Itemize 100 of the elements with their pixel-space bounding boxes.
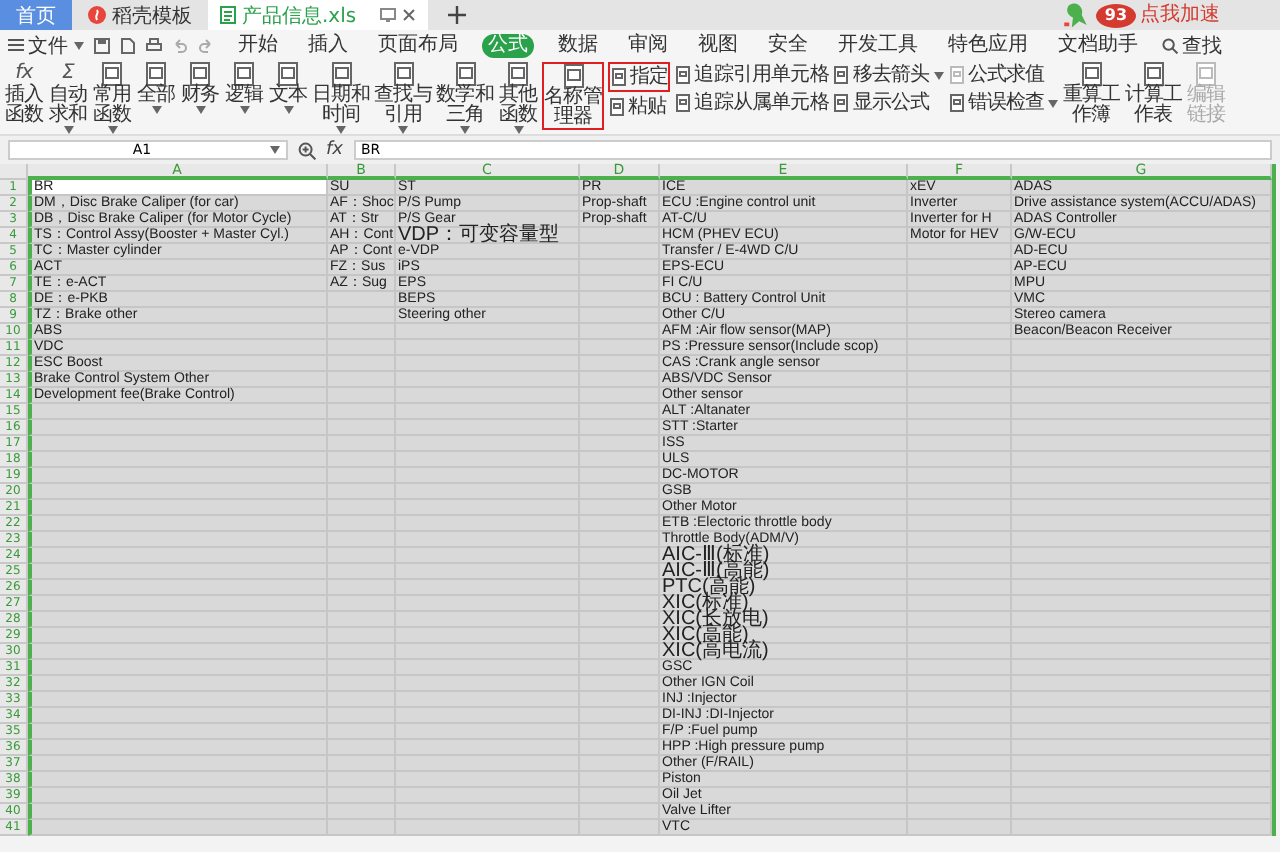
table-cell[interactable]: [1012, 612, 1272, 628]
table-cell[interactable]: [28, 580, 328, 596]
table-cell[interactable]: [28, 452, 328, 468]
table-cell[interactable]: [1012, 596, 1272, 612]
ribbon-button[interactable]: 名称管理器: [542, 62, 604, 130]
menu-tab[interactable]: 数据: [552, 33, 604, 57]
table-cell[interactable]: [1012, 740, 1272, 756]
ribbon-button[interactable]: 重算工作簿: [1062, 62, 1121, 126]
ribbon-button[interactable]: 数学和三角: [436, 62, 494, 134]
ribbon-button[interactable]: 财务: [180, 62, 220, 114]
ribbon-button[interactable]: 追踪从属单元格: [674, 90, 829, 116]
table-cell[interactable]: [1012, 452, 1272, 468]
table-cell[interactable]: [28, 692, 328, 708]
menu-tab[interactable]: 特色应用: [942, 33, 1034, 57]
speed-up-label[interactable]: 点我加速: [1140, 3, 1220, 27]
table-cell[interactable]: [1012, 532, 1272, 548]
function-icon[interactable]: fx: [326, 140, 343, 160]
table-cell[interactable]: [28, 548, 328, 564]
table-cell[interactable]: [1012, 516, 1272, 532]
table-cell[interactable]: [28, 404, 328, 420]
table-cell[interactable]: [1012, 804, 1272, 820]
menu-tab[interactable]: 插入: [302, 33, 354, 57]
table-cell[interactable]: AIC-Ⅲ(高能): [660, 564, 908, 580]
menu-tab[interactable]: 开发工具: [832, 33, 924, 57]
table-cell[interactable]: [28, 644, 328, 660]
table-cell[interactable]: [1012, 724, 1272, 740]
ribbon-button[interactable]: 逻辑: [224, 62, 264, 114]
table-cell[interactable]: [28, 436, 328, 452]
table-cell[interactable]: [1012, 564, 1272, 580]
table-cell[interactable]: [1012, 420, 1272, 436]
ribbon-button[interactable]: Σ 自动求和: [48, 62, 88, 134]
document-icon[interactable]: [120, 37, 136, 53]
file-menu[interactable]: 文件: [8, 31, 84, 59]
menu-tab[interactable]: 安全: [762, 33, 814, 57]
table-cell[interactable]: [1012, 772, 1272, 788]
table-cell[interactable]: [28, 756, 328, 772]
ribbon-button[interactable]: 计算工作表: [1124, 62, 1183, 126]
table-cell[interactable]: [1012, 548, 1272, 564]
table-cell[interactable]: [1012, 468, 1272, 484]
table-cell[interactable]: [28, 532, 328, 548]
menu-tab[interactable]: 审阅: [622, 33, 674, 57]
table-cell[interactable]: VDP：可变容量型: [396, 228, 580, 244]
redo-icon[interactable]: [198, 37, 214, 53]
ribbon-button[interactable]: 常用函数: [92, 62, 132, 134]
table-cell[interactable]: [1012, 660, 1272, 676]
table-cell[interactable]: AIC-Ⅲ(标准): [660, 548, 908, 564]
table-cell[interactable]: [1012, 820, 1272, 836]
table-cell[interactable]: [28, 596, 328, 612]
ribbon-button[interactable]: fx 插入函数: [4, 62, 44, 126]
table-cell[interactable]: [28, 628, 328, 644]
table-cell[interactable]: [28, 772, 328, 788]
table-cell[interactable]: [28, 420, 328, 436]
ribbon-button[interactable]: 指定: [608, 62, 671, 92]
table-cell[interactable]: [28, 516, 328, 532]
table-cell[interactable]: [328, 820, 396, 836]
ribbon-button[interactable]: 其他函数: [498, 62, 538, 134]
table-cell[interactable]: [1012, 340, 1272, 356]
ribbon-button[interactable]: 移去箭头: [832, 62, 944, 88]
table-cell[interactable]: XIC(高电流): [660, 644, 908, 660]
ribbon-button[interactable]: 查找与引用: [374, 62, 432, 134]
table-cell[interactable]: [1012, 644, 1272, 660]
table-cell[interactable]: [580, 820, 660, 836]
table-cell[interactable]: [28, 708, 328, 724]
table-cell[interactable]: [28, 788, 328, 804]
menu-tab[interactable]: 文档助手: [1052, 33, 1144, 57]
table-cell[interactable]: [1012, 500, 1272, 516]
table-cell[interactable]: [1012, 388, 1272, 404]
table-cell[interactable]: [28, 500, 328, 516]
table-cell[interactable]: [1012, 692, 1272, 708]
ribbon-button[interactable]: 全部: [136, 62, 176, 114]
table-cell[interactable]: [1012, 404, 1272, 420]
table-cell[interactable]: [28, 820, 328, 836]
table-cell[interactable]: [28, 564, 328, 580]
ribbon-button[interactable]: 粘贴: [608, 94, 671, 120]
table-cell[interactable]: [1012, 756, 1272, 772]
table-cell[interactable]: [28, 660, 328, 676]
table-cell[interactable]: [1012, 676, 1272, 692]
table-cell[interactable]: [28, 612, 328, 628]
ribbon-button[interactable]: 文本: [268, 62, 308, 114]
table-cell[interactable]: [28, 484, 328, 500]
table-cell[interactable]: [1012, 484, 1272, 500]
ribbon-button[interactable]: 追踪引用单元格: [674, 62, 829, 88]
table-cell[interactable]: [28, 740, 328, 756]
table-cell[interactable]: [1012, 788, 1272, 804]
table-cell[interactable]: [28, 676, 328, 692]
table-cell[interactable]: XIC(长放电): [660, 612, 908, 628]
table-cell[interactable]: PTC(高能): [660, 580, 908, 596]
table-cell[interactable]: [28, 724, 328, 740]
table-cell[interactable]: [1012, 708, 1272, 724]
printer-icon[interactable]: [146, 37, 162, 53]
table-cell[interactable]: [1012, 436, 1272, 452]
save-icon[interactable]: [94, 37, 110, 53]
menu-tab[interactable]: 页面布局: [372, 33, 464, 57]
select-all-button[interactable]: [0, 164, 28, 180]
table-cell[interactable]: [908, 820, 1012, 836]
browser-tab[interactable]: 稻壳模板: [76, 0, 204, 30]
ribbon-button[interactable]: 错误检查: [947, 90, 1059, 116]
search-button[interactable]: 查找: [1162, 31, 1222, 59]
ribbon-button[interactable]: 显示公式: [832, 90, 944, 116]
table-cell[interactable]: [396, 820, 580, 836]
